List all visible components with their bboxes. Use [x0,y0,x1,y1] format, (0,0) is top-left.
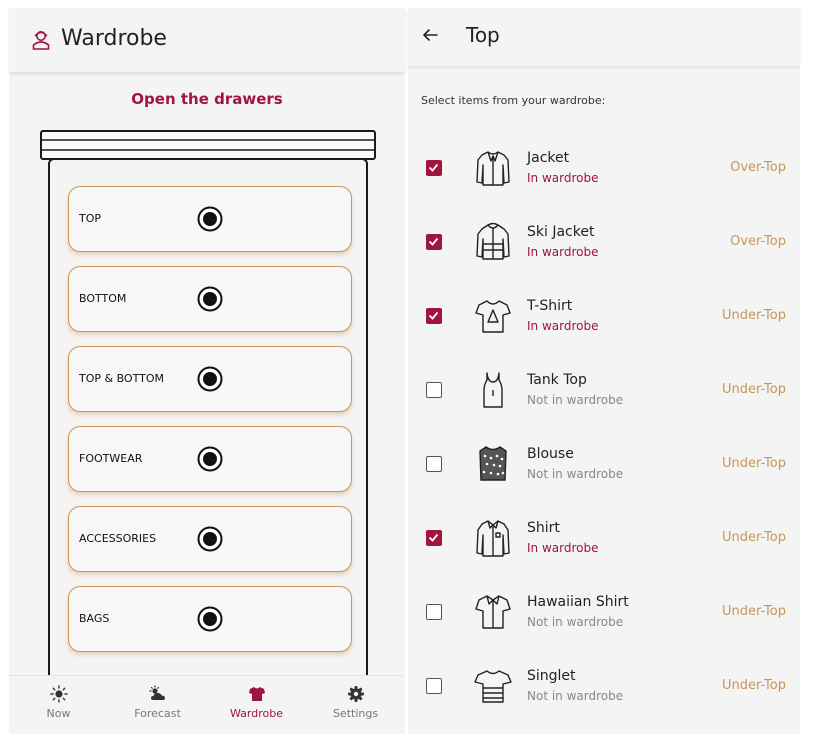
drawer-bags[interactable]: BAGS [68,586,352,652]
ski-jacket-icon [476,222,510,260]
bottom-nav: Now Forecast Wardrobe Settings [9,675,405,734]
singlet-icon [474,670,512,703]
top-items-screen: Top Select items from your wardrobe: Jac… [408,8,800,734]
drawer-bottom[interactable]: BOTTOM [68,266,352,332]
cabinet-top [40,130,376,160]
knob-icon [197,206,223,232]
item-name: Singlet [527,668,576,684]
item-checkbox[interactable] [426,308,442,324]
wardrobe-person-icon [32,31,50,50]
item-checkbox[interactable] [426,530,442,546]
item-status: In wardrobe [527,319,599,333]
item-status: Not in wardrobe [527,467,624,481]
app-title: Wardrobe [61,26,167,51]
list-item[interactable]: Blouse Not in wardrobe Under-Top [408,436,800,508]
jacket-icon [476,151,510,186]
knob-icon [197,526,223,552]
drawer-footwear[interactable]: FOOTWEAR [68,426,352,492]
drawer-label: TOP & BOTTOM [79,372,164,385]
item-name: Ski Jacket [527,224,595,240]
drawer-label: TOP [79,212,102,225]
drawer-label: BOTTOM [79,292,127,305]
drawer-label: BAGS [79,612,110,625]
item-category: Under-Top [722,530,786,545]
screen-title: Top [466,23,500,47]
item-category: Under-Top [722,456,786,471]
item-checkbox[interactable] [426,234,442,250]
sun-icon [49,685,68,703]
item-category: Over-Top [730,234,786,249]
item-category: Under-Top [722,678,786,693]
item-checkbox[interactable] [426,382,442,398]
blouse-icon [479,446,507,481]
item-name: T-Shirt [527,298,573,314]
nav-item-now[interactable]: Now [9,676,108,734]
drawer-label: FOOTWEAR [79,452,143,465]
item-checkbox[interactable] [426,678,442,694]
list-item[interactable]: Singlet Not in wardrobe Under-Top [408,658,800,730]
item-category: Under-Top [722,604,786,619]
select-prompt: Select items from your wardrobe: [421,94,606,107]
screen-header: Top [408,8,800,66]
knob-icon [197,606,223,632]
item-checkbox[interactable] [426,604,442,620]
partly-cloudy-icon [148,685,165,700]
item-name: Jacket [527,150,570,166]
list-item[interactable]: Tank Top Not in wardrobe Under-Top [408,362,800,434]
nav-label: Wardrobe [230,707,283,720]
list-item[interactable]: Hawaiian Shirt Not in wardrobe Under-Top [408,584,800,656]
nav-label: Now [46,707,71,720]
item-status: Not in wardrobe [527,615,624,629]
list-item[interactable]: Ski Jacket In wardrobe Over-Top [408,214,800,286]
item-name: Hawaiian Shirt [527,594,629,610]
shirt-icon [476,520,510,557]
item-name: Blouse [527,446,574,462]
tshirt-icon [248,687,265,701]
knob-icon [197,446,223,472]
drawer-cabinet: TOP BOTTOM TOP & BOTTOM FOOTWEAR ACCESSO… [48,158,368,678]
gear-icon [347,686,364,702]
back-arrow-icon[interactable] [421,26,439,44]
item-status: In wardrobe [527,171,599,185]
nav-label: Settings [332,707,379,720]
item-name: Shirt [527,520,560,536]
item-status: In wardrobe [527,541,599,555]
list-item[interactable]: Jacket In wardrobe Over-Top [408,140,800,212]
drawer-top-and-bottom[interactable]: TOP & BOTTOM [68,346,352,412]
nav-item-settings[interactable]: Settings [306,676,405,734]
drawers-heading: Open the drawers [131,90,283,108]
tank-top-icon [483,372,503,408]
nav-item-wardrobe[interactable]: Wardrobe [207,676,306,734]
wardrobe-screen: Wardrobe Open the drawers TOP BOTTOM TOP… [9,8,405,734]
item-category: Over-Top [730,160,786,175]
item-status: In wardrobe [527,245,599,259]
item-category: Under-Top [722,382,786,397]
item-checkbox[interactable] [426,456,442,472]
drawer-accessories[interactable]: ACCESSORIES [68,506,352,572]
nav-label: Forecast [134,707,181,720]
list-item[interactable]: T-Shirt In wardrobe Under-Top [408,288,800,360]
list-item[interactable]: Shirt In wardrobe Under-Top [408,510,800,582]
knob-icon [197,286,223,312]
app-header: Wardrobe [9,8,405,72]
item-name: Tank Top [527,372,587,388]
item-status: Not in wardrobe [527,689,624,703]
hawaiian-shirt-icon [475,595,511,629]
nav-item-forecast[interactable]: Forecast [108,676,207,734]
item-category: Under-Top [722,308,786,323]
drawer-top[interactable]: TOP [68,186,352,252]
knob-icon [197,366,223,392]
drawer-label: ACCESSORIES [79,532,157,545]
tshirt-icon [475,300,511,333]
item-status: Not in wardrobe [527,393,624,407]
item-checkbox[interactable] [426,160,442,176]
